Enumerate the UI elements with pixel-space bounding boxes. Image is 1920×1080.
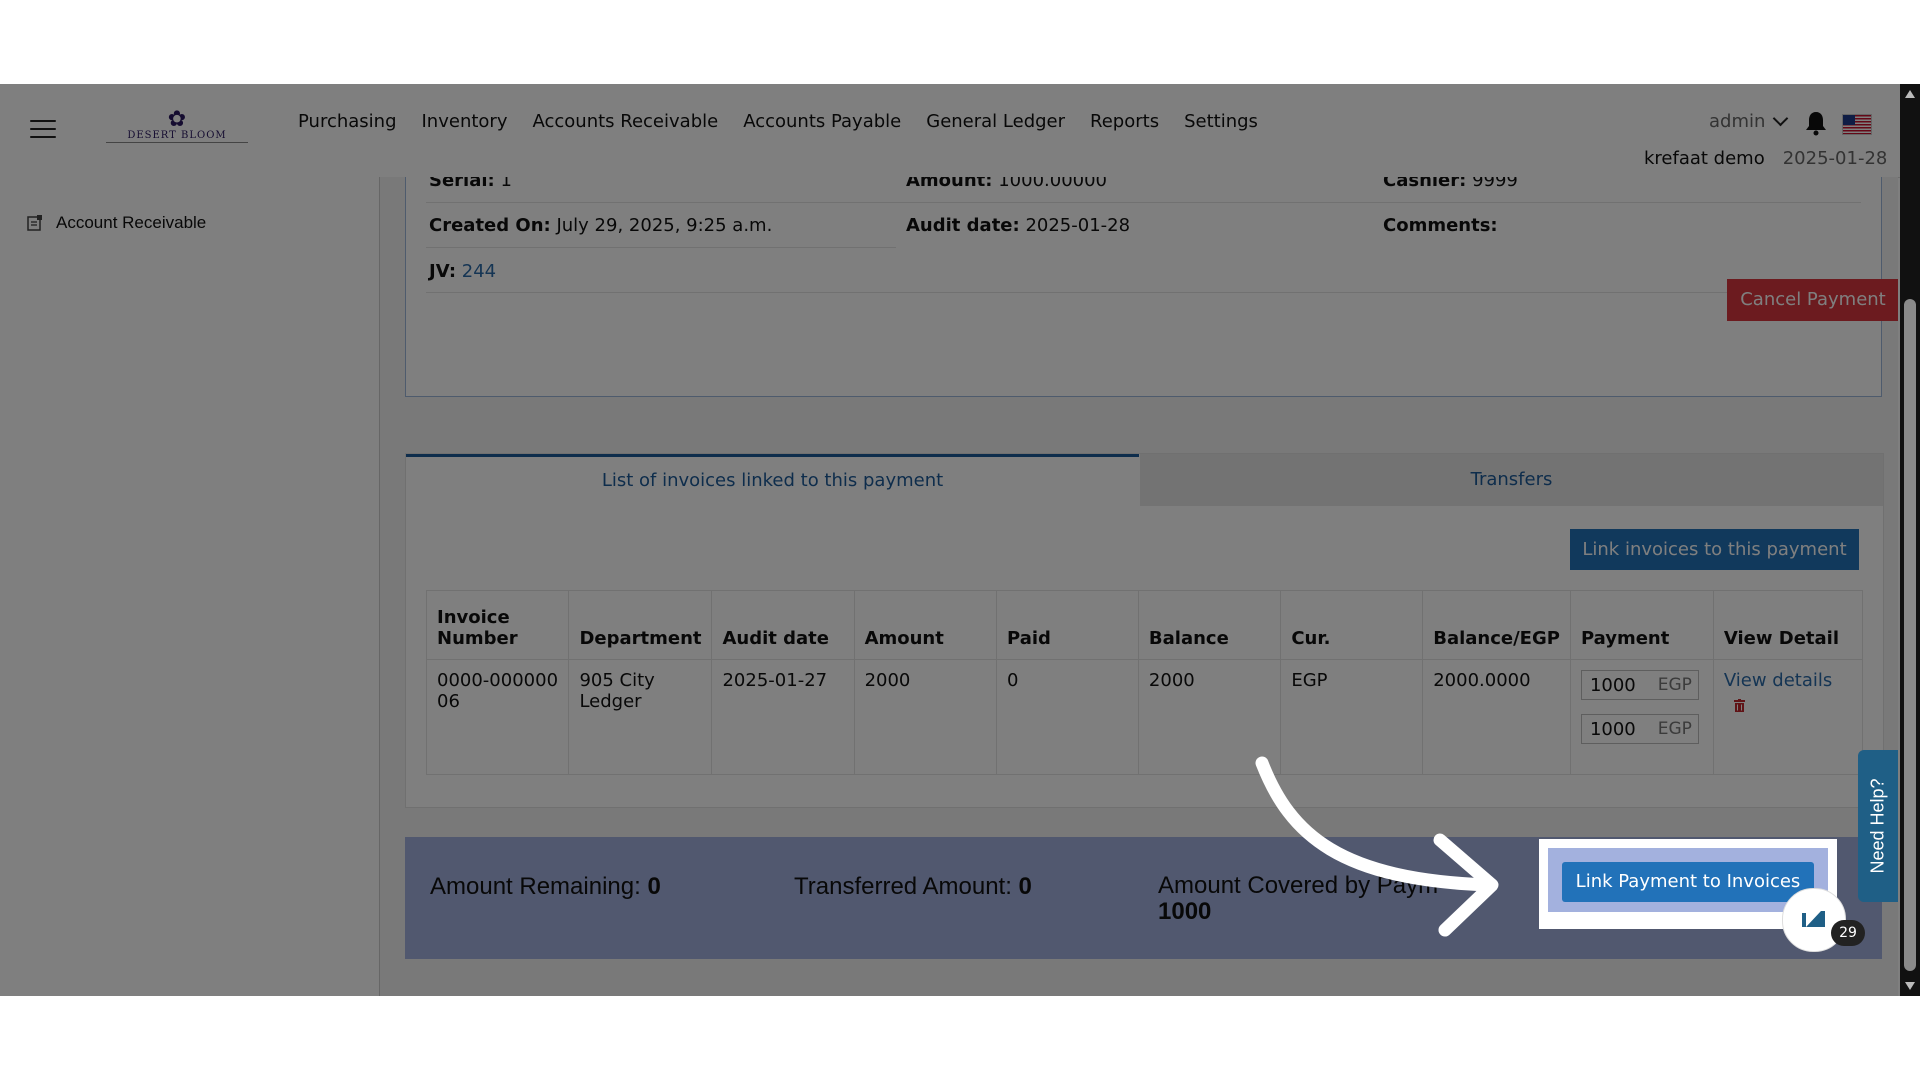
nav-reports[interactable]: Reports (1090, 111, 1159, 132)
col-payment: Payment (1569, 590, 1714, 660)
col-balance-egp: Balance/EGP (1422, 590, 1571, 660)
comments-field: Comments: (1383, 215, 1498, 236)
document-icon (27, 215, 42, 231)
jv-field: JV: 244 (429, 261, 497, 282)
cell-paid: 0 (995, 659, 1139, 775)
sidebar: Account Receivable (0, 177, 380, 996)
cell-payment: 1000 EGP 1000 EGP (1569, 659, 1714, 775)
nav-accounts-payable[interactable]: Accounts Payable (743, 111, 901, 132)
jv-link[interactable]: 244 (462, 261, 496, 282)
main-nav: Purchasing Inventory Accounts Receivable… (298, 111, 1258, 132)
col-view-detail: View Detail (1712, 590, 1864, 660)
payment-input-currency: EGP (1657, 675, 1692, 695)
nav-inventory[interactable]: Inventory (422, 111, 508, 132)
pointer-arrow-icon (1255, 756, 1499, 937)
payment-detail-card: Serial: 1 Amount: 1000.00000 Cashier: 99… (405, 177, 1898, 397)
col-audit-date: Audit date (711, 590, 855, 660)
payment-input-value: 1000 (1589, 674, 1636, 696)
col-currency: Cur. (1280, 590, 1424, 660)
col-invoice-number: Invoice Number (425, 590, 570, 660)
chevron-down-icon (1773, 110, 1789, 127)
trash-icon[interactable] (1733, 699, 1745, 712)
table-row: 0000-00000006 905 City Ledger 2025-01-27… (425, 659, 1864, 775)
bell-icon[interactable] (1804, 110, 1828, 136)
user-name: admin (1709, 111, 1766, 132)
amount-remaining: Amount Remaining: 0 (430, 873, 661, 900)
scroll-up-arrow-icon[interactable] (1905, 90, 1915, 98)
payment-input[interactable]: 1000 EGP (1580, 670, 1699, 700)
cell-view-detail: View details (1712, 659, 1864, 775)
notification-count-badge: 29 (1831, 920, 1865, 946)
cell-audit-date: 2025-01-27 (711, 659, 855, 775)
cashier-field: Cashier: 9999 (1383, 177, 1518, 191)
invoice-tabs-panel: List of invoices linked to this payment … (405, 453, 1884, 808)
nav-purchasing[interactable]: Purchasing (298, 111, 397, 132)
table-header-row: Invoice Number Department Audit date Amo… (425, 590, 1864, 660)
payment-input[interactable]: 1000 EGP (1580, 714, 1699, 744)
company-name: krefaat demo (1644, 148, 1765, 169)
sidebar-item-account-receivable[interactable]: Account Receivable (26, 213, 206, 233)
us-flag-icon[interactable] (1842, 114, 1872, 135)
cell-invoice-number: 0000-00000006 (425, 659, 570, 775)
sidebar-item-label: Account Receivable (56, 213, 207, 232)
current-date: 2025-01-28 (1782, 148, 1888, 169)
col-amount: Amount (853, 590, 997, 660)
created-on-field: Created On: July 29, 2025, 9:25 a.m. (429, 215, 773, 236)
company-date-info: krefaat demo 2025-01-28 (1644, 148, 1887, 169)
cell-department: 905 City Ledger (568, 659, 713, 775)
payment-input-currency: EGP (1657, 719, 1692, 739)
nav-accounts-receivable[interactable]: Accounts Receivable (532, 111, 718, 132)
view-details-link[interactable]: View details (1724, 670, 1832, 691)
audit-date-field: Audit date: 2025-01-28 (906, 215, 1131, 236)
top-header: ✿ DESERT BLOOM Purchasing Inventory Acco… (0, 84, 1920, 178)
col-department: Department (568, 590, 713, 660)
nav-general-ledger[interactable]: General Ledger (926, 111, 1065, 132)
company-logo[interactable]: ✿ DESERT BLOOM (106, 107, 248, 150)
flower-icon: ✿ (167, 107, 187, 132)
scroll-down-arrow-icon[interactable] (1905, 982, 1915, 990)
nav-settings[interactable]: Settings (1184, 111, 1258, 132)
scrollbar-thumb[interactable] (1904, 299, 1916, 971)
invoices-table: Invoice Number Department Audit date Amo… (425, 590, 1864, 775)
logo-text: DESERT BLOOM (106, 130, 248, 143)
payment-input-value: 1000 (1589, 718, 1636, 740)
divider (426, 202, 1861, 203)
need-help-tab[interactable]: Need Help? (1858, 750, 1898, 902)
hamburger-menu-icon[interactable] (30, 120, 56, 140)
tab-transfers[interactable]: Transfers (1140, 454, 1883, 506)
tab-linked-invoices[interactable]: List of invoices linked to this payment (406, 454, 1139, 509)
col-paid: Paid (995, 590, 1139, 660)
cell-amount: 2000 (853, 659, 997, 775)
serial-field: Serial: 1 (429, 177, 512, 191)
transferred-amount: Transferred Amount: 0 (794, 873, 1032, 900)
divider (426, 247, 896, 248)
link-invoices-button[interactable]: Link invoices to this payment (1570, 529, 1859, 570)
user-menu[interactable]: admin (1709, 110, 1789, 132)
link-payment-to-invoices-button[interactable]: Link Payment to Invoices (1562, 862, 1814, 902)
amount-field: Amount: 1000.00000 (906, 177, 1108, 191)
divider (426, 292, 1861, 293)
cancel-payment-button[interactable]: Cancel Payment (1727, 279, 1898, 321)
vertical-scrollbar[interactable] (1900, 84, 1920, 996)
col-balance: Balance (1137, 590, 1282, 660)
need-help-label: Need Help? (1867, 778, 1888, 874)
